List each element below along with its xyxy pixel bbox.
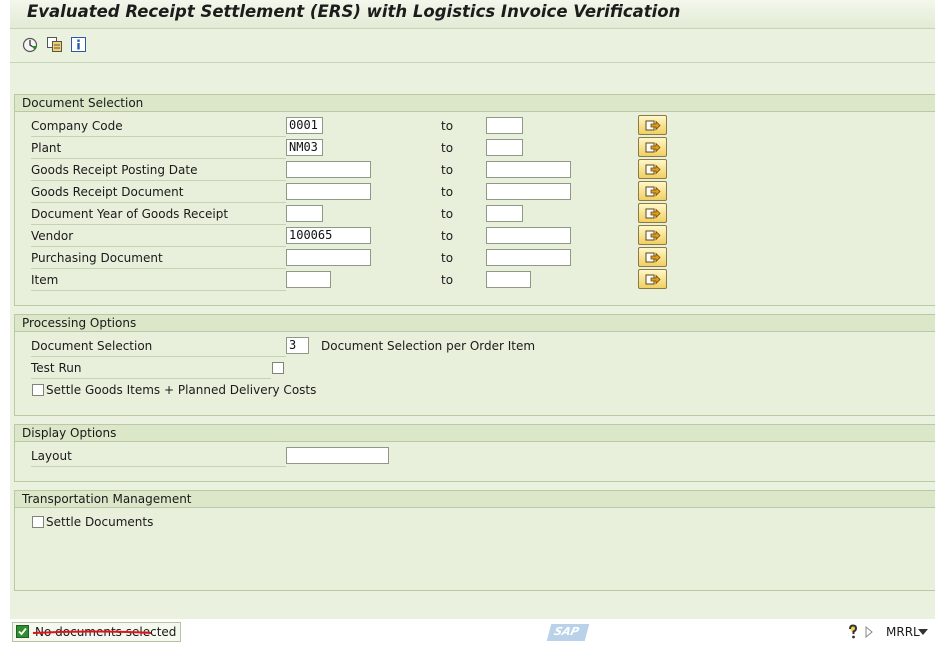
info-icon[interactable] (70, 36, 87, 53)
system-name: MRRL (886, 625, 920, 639)
selection-field-label: Company Code (31, 116, 286, 137)
page-title: Evaluated Receipt Settlement (ERS) with … (27, 2, 681, 21)
selection-field-label: Item (31, 270, 286, 291)
selection-field-label: Plant (31, 138, 286, 159)
multiple-selection-arrow-icon (645, 142, 661, 153)
selection-from-input[interactable] (286, 161, 371, 178)
multiple-selection-button[interactable] (638, 269, 667, 289)
success-check-icon (16, 625, 29, 638)
dropdown-icon[interactable] (918, 626, 928, 636)
selection-to-input[interactable] (486, 271, 531, 288)
multiple-selection-arrow-icon (645, 252, 661, 263)
selection-field-label: Purchasing Document (31, 248, 286, 269)
multiple-selection-arrow-icon (645, 164, 661, 175)
multiple-selection-arrow-icon (645, 208, 661, 219)
multiple-selection-button[interactable] (638, 225, 667, 245)
to-label: to (441, 185, 454, 199)
multiple-selection-button[interactable] (638, 203, 667, 223)
group-title: Display Options (15, 425, 935, 442)
selection-from-input[interactable] (286, 205, 323, 222)
settle-goods-label: Settle Goods Items + Planned Delivery Co… (46, 383, 317, 397)
multiple-selection-arrow-icon (645, 120, 661, 131)
sap-logo: SAP (546, 624, 590, 641)
application-toolbar (10, 29, 935, 63)
selection-field-label: Vendor (31, 226, 286, 247)
group-transportation-management: Transportation Management Settle Documen… (14, 490, 935, 591)
settle-documents-label: Settle Documents (46, 515, 154, 529)
doc-selection-description: Document Selection per Order Item (321, 339, 536, 353)
selection-from-input[interactable] (286, 249, 371, 266)
selection-from-input[interactable]: 100065 (286, 227, 371, 244)
layout-label: Layout (31, 446, 286, 467)
group-display-options: Display Options Layout (14, 424, 935, 482)
selection-to-input[interactable] (486, 227, 571, 244)
to-label: to (441, 273, 454, 287)
selection-from-input[interactable] (286, 183, 371, 200)
multiple-selection-button[interactable] (638, 247, 667, 267)
help-icon[interactable] (846, 624, 860, 640)
to-label: to (441, 207, 454, 221)
group-title: Document Selection (15, 95, 935, 112)
selection-from-input[interactable]: 0001 (286, 117, 323, 134)
doc-selection-label: Document Selection (31, 336, 286, 357)
multiple-selection-arrow-icon (645, 274, 661, 285)
title-bar: Evaluated Receipt Settlement (ERS) with … (10, 0, 935, 29)
doc-selection-input[interactable]: 3 (286, 337, 309, 354)
test-run-checkbox[interactable] (272, 362, 284, 374)
selection-to-input[interactable] (486, 205, 523, 222)
selection-field-label: Goods Receipt Posting Date (31, 160, 286, 181)
to-label: to (441, 163, 454, 177)
multiple-selection-button[interactable] (638, 115, 667, 135)
to-label: to (441, 251, 454, 265)
selection-field-label: Goods Receipt Document (31, 182, 286, 203)
selection-field-label: Document Year of Goods Receipt (31, 204, 286, 225)
expand-triangle-icon[interactable] (864, 625, 874, 639)
settle-goods-checkbox[interactable] (32, 384, 44, 396)
to-label: to (441, 119, 454, 133)
annotation-underline (32, 630, 152, 634)
selection-to-input[interactable] (486, 249, 571, 266)
to-label: to (441, 229, 454, 243)
group-title: Transportation Management (15, 491, 935, 508)
multiple-selection-button[interactable] (638, 137, 667, 157)
selection-to-input[interactable] (486, 117, 523, 134)
multiple-selection-arrow-icon (645, 230, 661, 241)
selection-screen: Document Selection Company Code 0001 to Pla… (10, 63, 935, 619)
selection-from-input[interactable]: NM03 (286, 139, 323, 156)
selection-to-input[interactable] (486, 139, 523, 156)
group-title: Processing Options (15, 315, 935, 332)
multiple-selection-button[interactable] (638, 181, 667, 201)
multiple-selection-button[interactable] (638, 159, 667, 179)
execute-icon[interactable] (22, 36, 39, 53)
group-document-selection: Document Selection Company Code 0001 to Pla… (14, 94, 935, 306)
to-label: to (441, 141, 454, 155)
copy-variant-icon[interactable] (46, 36, 63, 53)
multiple-selection-arrow-icon (645, 186, 661, 197)
group-processing-options: Processing Options Document Selection 3 … (14, 314, 935, 416)
selection-to-input[interactable] (486, 161, 571, 178)
selection-from-input[interactable] (286, 271, 331, 288)
layout-input[interactable] (286, 447, 389, 464)
settle-documents-checkbox[interactable] (32, 516, 44, 528)
selection-to-input[interactable] (486, 183, 571, 200)
test-run-label: Test Run (31, 358, 271, 379)
